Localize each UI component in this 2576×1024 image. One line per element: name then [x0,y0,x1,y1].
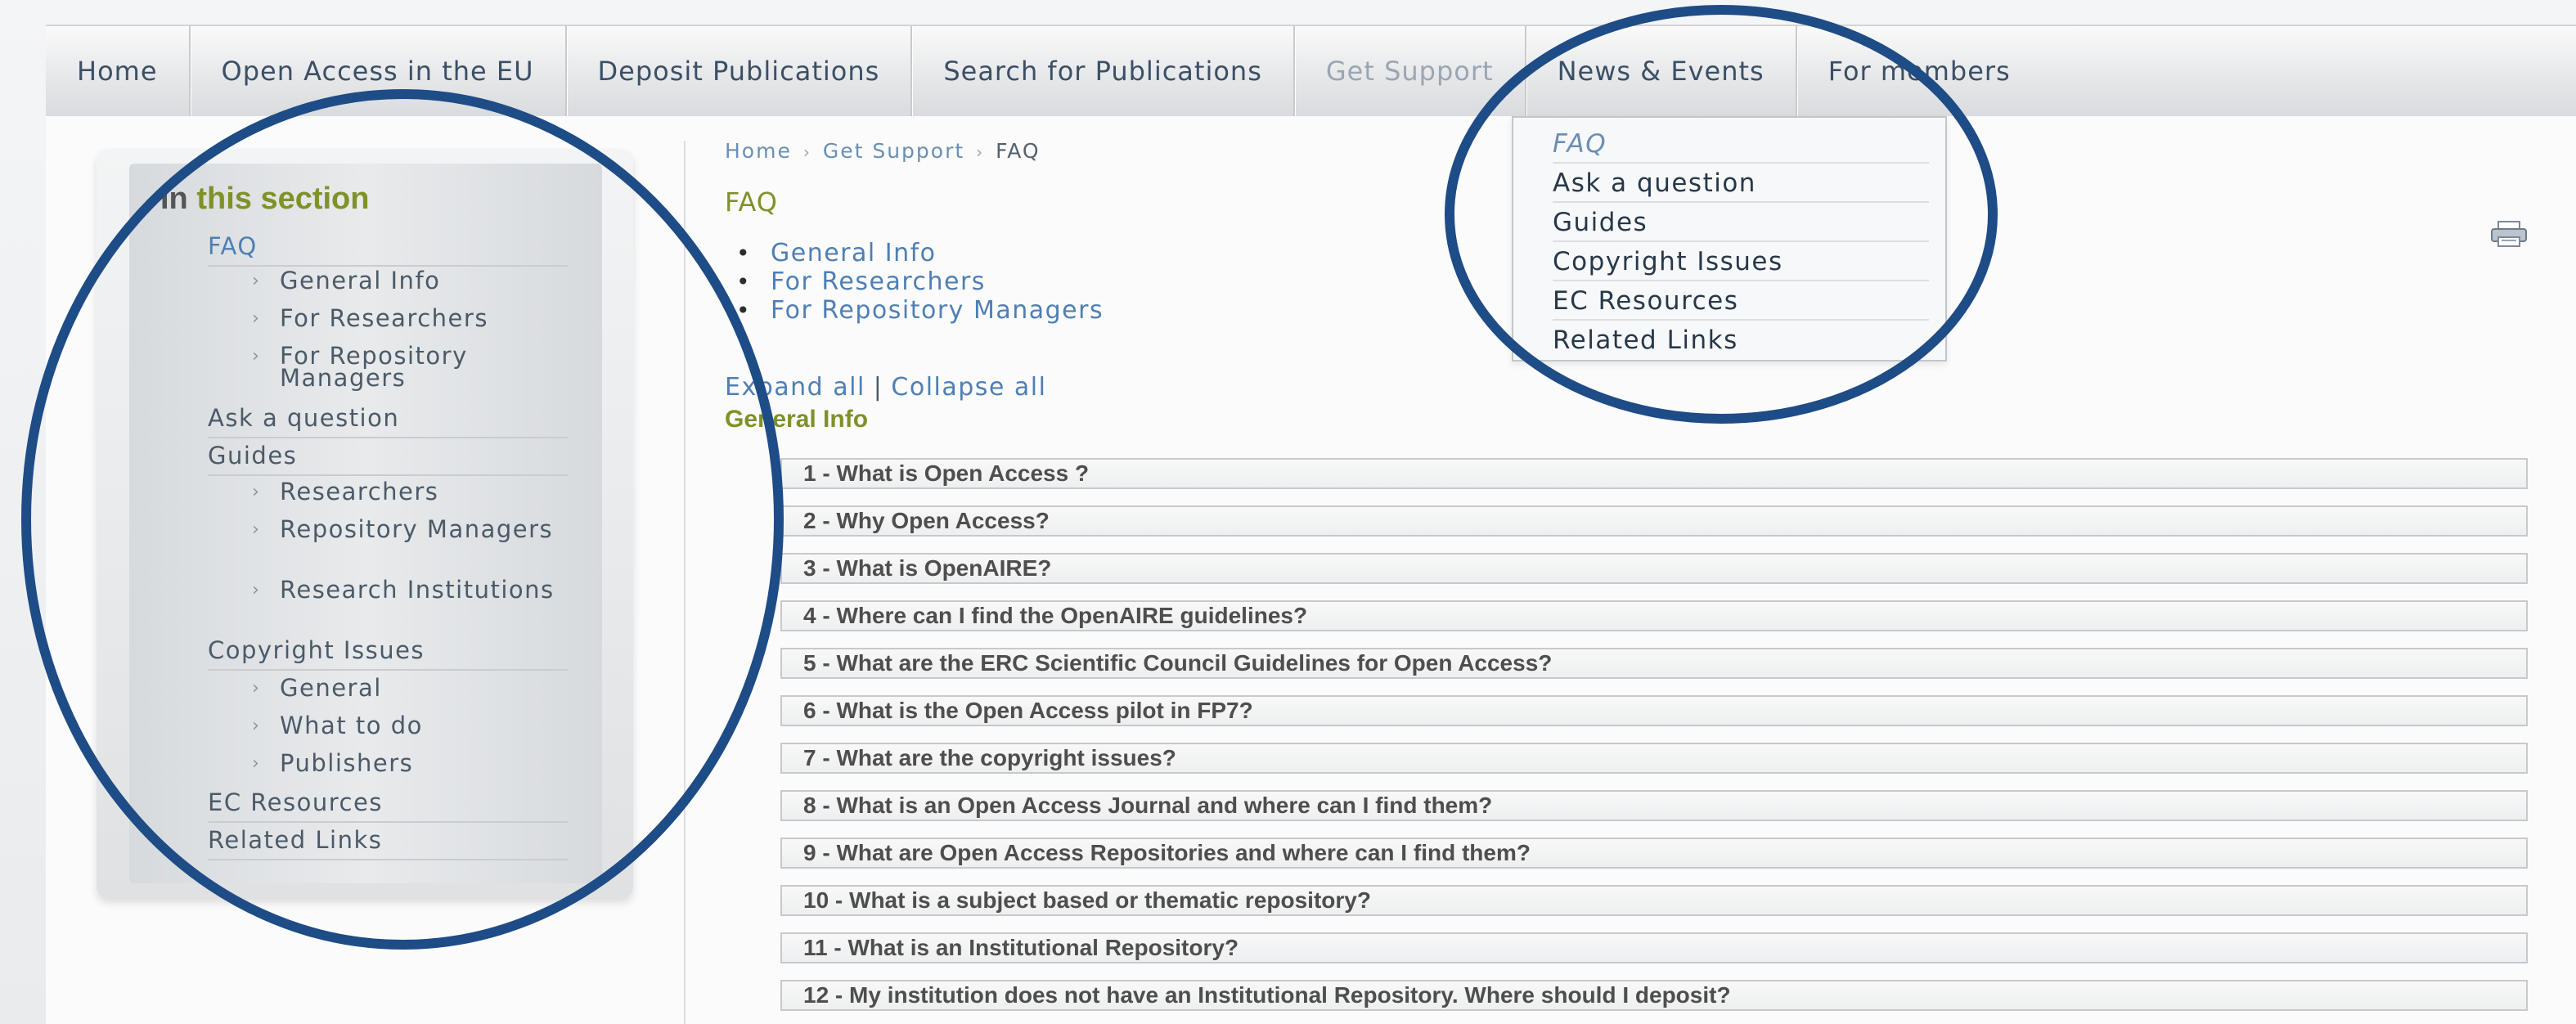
sidebar-subitem-label: Publishers [280,749,414,777]
faq-question-row[interactable]: 1 - What is Open Access ? [780,458,2528,489]
chevron-right-icon: › [252,716,261,736]
sidebar-subitem-repository-managers[interactable]: › Repository Managers [252,515,568,543]
nav-deposit-publications[interactable]: Deposit Publications [567,26,913,116]
page-title: FAQ [725,186,778,218]
sidebar-subitem-label: General Info [280,267,441,294]
chevron-right-icon: › [252,346,261,366]
breadcrumb-separator: › [976,142,985,162]
faq-question-row[interactable]: 3 - What is OpenAIRE? [780,553,2528,584]
nav-get-support[interactable]: Get Support [1295,26,1526,132]
sidebar-item-related-links[interactable]: Related Links [208,823,568,860]
faq-question-row[interactable]: 2 - Why Open Access? [780,505,2528,537]
sidebar-subitem-label: For Repository Managers [280,342,468,392]
sidebar-title: In this section [160,182,369,217]
sidebar-subitem-researchers[interactable]: › Researchers [252,478,568,505]
chevron-right-icon: › [252,678,261,698]
faq-question-row[interactable]: 12 - My institution does not have an Ins… [780,980,2528,1011]
nav-news-events[interactable]: News & Events [1526,26,1797,116]
section-links: General Info For Researchers For Reposit… [736,239,1104,325]
faq-question-row[interactable]: 11 - What is an Institutional Repository… [780,932,2528,963]
sidebar-subitem-label: Repository Managers [280,515,554,543]
sidebar-subitem-label: For Researchers [280,304,488,332]
sidebar-item-ec-resources[interactable]: EC Resources [208,785,568,823]
breadcrumb-separator: › [802,142,811,162]
chevron-right-icon: › [252,308,261,329]
sidebar-subitem-label: Researchers [280,478,439,505]
sidebar-item-ask-question[interactable]: Ask a question [208,401,568,438]
sidebar-subitem-label: General [280,674,382,702]
expand-collapse-controls: Expand all | Collapse all [725,373,1046,402]
nav-open-access-eu[interactable]: Open Access in the EU [191,26,567,116]
collapse-all-link[interactable]: Collapse all [891,373,1046,402]
chevron-right-icon: › [252,580,261,600]
dropdown-item-faq[interactable]: FAQ [1553,126,1929,164]
faq-question-row[interactable]: 6 - What is the Open Access pilot in FP7… [780,695,2528,726]
sidebar-title-highlight: this section [196,182,370,216]
nav-home[interactable]: Home [46,26,191,116]
sidebar-item-faq[interactable]: FAQ [208,229,568,267]
print-icon[interactable] [2490,221,2528,247]
dropdown-item-ec-resources[interactable]: EC Resources [1553,283,1929,321]
sidebar-subitem-what-to-do[interactable]: › What to do [252,712,568,739]
column-divider [684,141,686,1024]
sidebar-subitem-label: Research Institutions [280,576,555,604]
dropdown-item-ask-question[interactable]: Ask a question [1553,165,1929,203]
dropdown-item-guides[interactable]: Guides [1553,204,1929,242]
section-link-general-info[interactable]: General Info [736,239,1104,267]
nav-for-members[interactable]: For members [1797,26,2042,116]
dropdown-item-copyright-issues[interactable]: Copyright Issues [1553,244,1929,281]
sidebar-subitem-general[interactable]: › General [252,674,568,702]
chevron-right-icon: › [252,482,261,502]
sidebar-item-copyright-issues[interactable]: Copyright Issues [208,633,568,671]
faq-question-row[interactable]: 4 - Where can I find the OpenAIRE guidel… [780,600,2528,631]
chevron-right-icon: › [252,753,261,774]
separator-bar: | [873,373,883,402]
sidebar-subitem-for-repository-managers[interactable]: › For Repository Managers [252,342,568,392]
section-link-for-researchers[interactable]: For Researchers [736,267,1104,296]
page: Home Open Access in the EU Deposit Publi… [0,0,2576,1024]
section-heading: General Info [725,406,869,433]
sidebar-title-prefix: In [160,182,197,216]
breadcrumb: Home › Get Support › FAQ [725,139,1041,163]
breadcrumb-home[interactable]: Home [725,139,792,163]
sidebar-subitem-research-institutions[interactable]: › Research Institutions [252,576,568,604]
sidebar-subitem-publishers[interactable]: › Publishers [252,752,568,775]
top-nav: Home Open Access in the EU Deposit Publi… [46,25,2576,132]
nav-search-publications[interactable]: Search for Publications [912,26,1295,116]
sidebar-subitem-general-info[interactable]: › General Info [252,267,568,294]
faq-question-row[interactable]: 7 - What are the copyright issues? [780,743,2528,774]
get-support-dropdown: FAQ Ask a question Guides Copyright Issu… [1512,116,1947,362]
chevron-right-icon: › [252,519,261,540]
chevron-right-icon: › [252,271,261,291]
faq-question-row[interactable]: 9 - What are Open Access Repositories an… [780,838,2528,869]
faq-question-row[interactable]: 10 - What is a subject based or thematic… [780,885,2528,916]
sidebar-subitem-for-researchers[interactable]: › For Researchers [252,304,568,332]
sidebar-subitem-label: What to do [280,712,423,739]
expand-all-link[interactable]: Expand all [725,373,865,402]
breadcrumb-current: FAQ [996,139,1041,163]
breadcrumb-get-support[interactable]: Get Support [823,139,964,163]
section-link-for-repository-managers[interactable]: For Repository Managers [736,296,1104,325]
faq-question-row[interactable]: 5 - What are the ERC Scientific Council … [780,648,2528,679]
faq-question-row[interactable]: 8 - What is an Open Access Journal and w… [780,790,2528,821]
dropdown-item-related-links[interactable]: Related Links [1553,322,1929,358]
sidebar-item-guides[interactable]: Guides [208,438,568,476]
